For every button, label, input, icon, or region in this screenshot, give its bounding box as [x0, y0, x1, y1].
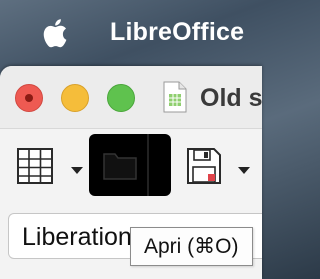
- folder-icon: [103, 153, 137, 180]
- title-bar[interactable]: Old s: [0, 66, 262, 129]
- menu-bar: LibreOffice: [0, 0, 262, 64]
- close-dot-icon: [25, 94, 33, 102]
- maximize-window-button[interactable]: [107, 84, 135, 112]
- table-grid-icon[interactable]: [16, 147, 54, 185]
- standard-toolbar: [0, 129, 262, 205]
- open-dropdown-divider: [147, 134, 149, 196]
- document-title: Old s: [200, 84, 262, 112]
- tooltip: Apri (⌘O): [130, 227, 253, 266]
- apple-icon[interactable]: [40, 17, 68, 49]
- save-icon[interactable]: [186, 147, 222, 185]
- spreadsheet-document-icon: [163, 81, 187, 113]
- save-dropdown-chevron-down-icon[interactable]: [238, 167, 250, 174]
- close-window-button[interactable]: [15, 84, 43, 112]
- open-button[interactable]: [89, 134, 171, 196]
- table-dropdown-chevron-down-icon[interactable]: [71, 167, 83, 174]
- app-name-menu[interactable]: LibreOffice: [110, 18, 244, 47]
- minimize-window-button[interactable]: [61, 84, 89, 112]
